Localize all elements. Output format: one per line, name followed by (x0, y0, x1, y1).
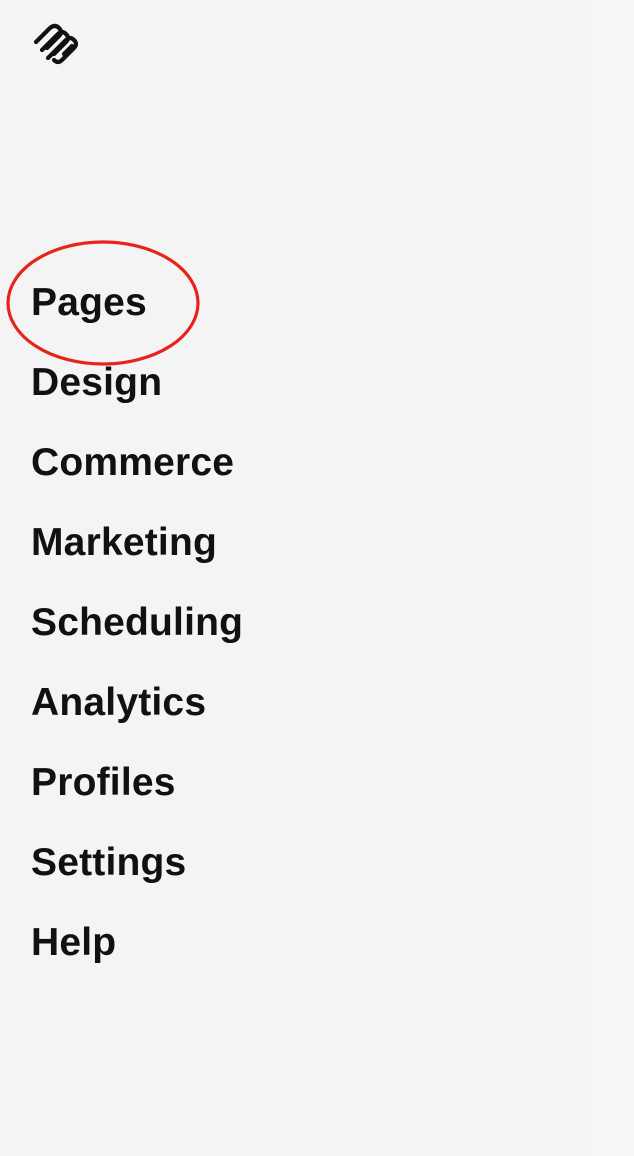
sidebar-item-marketing[interactable]: Marketing (31, 510, 243, 590)
sidebar-item-settings[interactable]: Settings (31, 830, 243, 910)
sidebar-item-commerce[interactable]: Commerce (31, 430, 243, 510)
sidebar-item-design[interactable]: Design (31, 350, 243, 430)
sidebar-item-analytics[interactable]: Analytics (31, 670, 243, 750)
sidebar-item-profiles[interactable]: Profiles (31, 750, 243, 830)
sidebar-item-help[interactable]: Help (31, 910, 243, 990)
squarespace-logo-icon[interactable] (28, 18, 88, 68)
app-sidebar: Pages Design Commerce Marketing Scheduli… (0, 0, 634, 1156)
content-edge (592, 0, 634, 1156)
sidebar-item-pages[interactable]: Pages (31, 270, 243, 350)
sidebar-item-scheduling[interactable]: Scheduling (31, 590, 243, 670)
sidebar-nav: Pages Design Commerce Marketing Scheduli… (31, 270, 243, 990)
